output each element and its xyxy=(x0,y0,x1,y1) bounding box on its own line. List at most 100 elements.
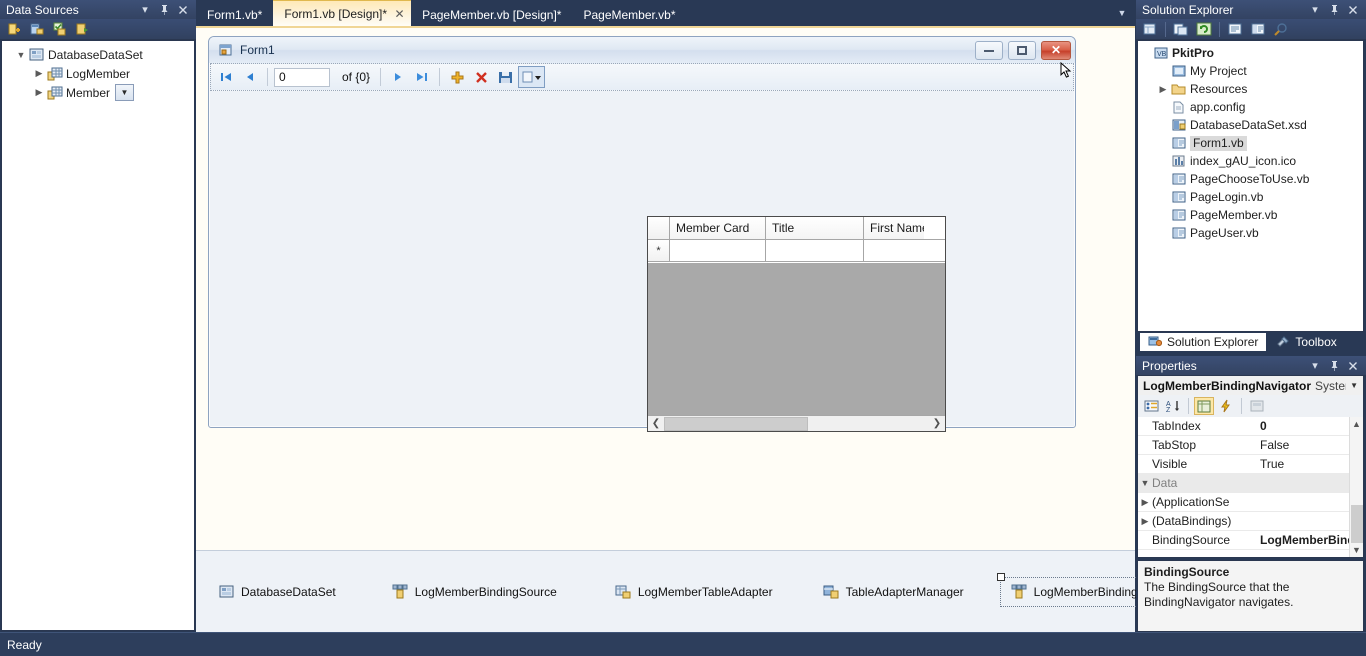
property-category-data[interactable]: ▼ Data xyxy=(1138,474,1363,493)
tray-item-tableadaptermanager[interactable]: TableAdapterManager xyxy=(815,578,972,606)
categorized-icon[interactable] xyxy=(1141,397,1161,415)
tab-pagemember-vb-design[interactable]: PageMember.vb [Design]* xyxy=(411,3,572,26)
properties-object-selector[interactable]: LogMemberBindingNavigator Syster ▼ xyxy=(1137,375,1364,395)
cell-title[interactable] xyxy=(766,240,864,261)
form-designer-surface[interactable]: Form1 ✕ 0 of {0} Member Card Title First… xyxy=(196,26,1201,632)
property-pages-icon[interactable] xyxy=(1247,397,1267,415)
tray-item-logmembertableadapter[interactable]: LogMemberTableAdapter xyxy=(607,578,781,606)
sol-node-app-config[interactable]: app.config xyxy=(1138,98,1363,116)
pin-icon[interactable] xyxy=(1328,4,1340,16)
column-header-first-name[interactable]: First Name xyxy=(864,217,924,239)
datagridview-new-row[interactable]: * xyxy=(648,240,945,262)
move-previous-icon[interactable] xyxy=(239,66,261,88)
chevron-down-icon[interactable]: ▼ xyxy=(1350,381,1361,390)
properties-icon[interactable] xyxy=(1194,397,1214,415)
sol-node-index-gau-icon-ico[interactable]: index_gAU_icon.ico xyxy=(1138,152,1363,170)
minimize-button[interactable] xyxy=(975,40,1003,60)
close-button[interactable]: ✕ xyxy=(1041,40,1071,60)
expander-collapsed-icon[interactable]: ▶ xyxy=(1138,516,1152,527)
add-new-icon[interactable] xyxy=(446,66,468,88)
dropdown-icon[interactable] xyxy=(518,66,546,88)
cell-first-name[interactable] xyxy=(864,240,924,261)
expander-expanded-icon[interactable]: ▼ xyxy=(14,50,28,60)
move-last-icon[interactable] xyxy=(411,66,433,88)
dropdown-icon[interactable]: ▾ xyxy=(139,4,151,16)
events-icon[interactable] xyxy=(1216,397,1236,415)
scroll-right-icon[interactable]: ❯ xyxy=(929,416,945,431)
data-sources-tree[interactable]: ▼ DatabaseDataSet ▶ LogMember ▶ Member ▼ xyxy=(1,40,195,631)
sol-node-pagelogin-vb[interactable]: PageLogin.vb xyxy=(1138,188,1363,206)
scrollbar-thumb[interactable] xyxy=(664,416,808,431)
column-header-title[interactable]: Title xyxy=(766,217,864,239)
property-value[interactable]: 0 xyxy=(1256,419,1363,433)
properties-window-icon[interactable] xyxy=(1140,20,1160,38)
cell-member-card[interactable] xyxy=(670,240,766,261)
solution-explorer-tree[interactable]: VB PkitPro My Project ▶ Resources app.co… xyxy=(1137,40,1364,332)
add-new-data-source-icon[interactable] xyxy=(4,20,24,38)
tab-form1-vb[interactable]: Form1.vb* xyxy=(196,3,273,26)
pin-icon[interactable] xyxy=(1328,360,1340,372)
new-row-marker[interactable]: * xyxy=(648,240,670,261)
pin-icon[interactable] xyxy=(158,4,170,16)
property-row-databindings[interactable]: ▶ (DataBindings) xyxy=(1138,512,1363,531)
sol-node-form1-vb[interactable]: Form1.vb xyxy=(1138,134,1363,152)
property-value[interactable]: False xyxy=(1256,438,1363,452)
configure-dataset-icon[interactable] xyxy=(50,20,70,38)
show-all-files-icon[interactable] xyxy=(1171,20,1191,38)
sol-node-pkitpro[interactable]: VB PkitPro xyxy=(1138,44,1363,62)
form-preview-window[interactable]: Form1 ✕ 0 of {0} Member Card Title First… xyxy=(208,36,1076,432)
dropdown-icon[interactable]: ▾ xyxy=(1309,4,1321,16)
property-row-tabindex[interactable]: TabIndex 0 xyxy=(1138,417,1363,436)
chevron-down-icon[interactable]: ▼ xyxy=(115,84,135,101)
view-designer-icon[interactable] xyxy=(1248,20,1268,38)
sol-node-resources[interactable]: ▶ Resources xyxy=(1138,80,1363,98)
expander-collapsed-icon[interactable]: ▶ xyxy=(32,68,46,79)
tree-node-logmember[interactable]: ▶ LogMember xyxy=(2,64,194,83)
view-code-icon[interactable] xyxy=(1225,20,1245,38)
refresh-icon[interactable] xyxy=(1194,20,1214,38)
property-row-visible[interactable]: Visible True xyxy=(1138,455,1363,474)
scrollbar-thumb[interactable] xyxy=(1350,505,1363,543)
move-first-icon[interactable] xyxy=(215,66,237,88)
expander-expanded-icon[interactable]: ▼ xyxy=(1138,478,1152,488)
row-header-corner[interactable] xyxy=(648,217,670,239)
show-hierarchy-icon[interactable] xyxy=(1271,20,1291,38)
datagridview[interactable]: Member Card Title First Name * ❮ ❯ xyxy=(647,216,946,432)
scroll-down-icon[interactable]: ▼ xyxy=(1350,543,1364,557)
position-input[interactable]: 0 xyxy=(274,67,330,87)
refresh-icon[interactable] xyxy=(73,20,93,38)
chevron-down-icon[interactable]: ▼ xyxy=(1109,0,1135,26)
tree-node-member[interactable]: ▶ Member ▼ xyxy=(2,83,194,102)
show-data-sources-icon[interactable] xyxy=(27,20,47,38)
tab-solution-explorer[interactable]: Solution Explorer xyxy=(1140,333,1267,351)
tray-item-logmemberbindingsource[interactable]: LogMemberBindingSource xyxy=(384,578,565,606)
tray-item-databasedataset[interactable]: DatabaseDataSet xyxy=(210,578,344,606)
form-client-area[interactable]: Member Card Title First Name * ❮ ❯ xyxy=(210,92,1074,432)
sol-node-pagechoosetouse-vb[interactable]: PageChooseToUse.vb xyxy=(1138,170,1363,188)
close-icon[interactable] xyxy=(177,4,189,16)
close-icon[interactable] xyxy=(1347,360,1359,372)
expander-collapsed-icon[interactable]: ▶ xyxy=(1138,497,1152,508)
sol-node-pageuser-vb[interactable]: PageUser.vb xyxy=(1138,224,1363,242)
property-row-tabstop[interactable]: TabStop False xyxy=(1138,436,1363,455)
dropdown-icon[interactable]: ▾ xyxy=(1309,360,1321,372)
alphabetical-icon[interactable]: AZ xyxy=(1163,397,1183,415)
property-row-applicationsettings[interactable]: ▶ (ApplicationSe xyxy=(1138,493,1363,512)
sol-node-my-project[interactable]: My Project xyxy=(1138,62,1363,80)
tab-toolbox[interactable]: Toolbox xyxy=(1268,333,1344,351)
close-icon[interactable]: ✕ xyxy=(393,7,406,21)
properties-grid[interactable]: TabIndex 0 TabStop False Visible True ▼ … xyxy=(1137,417,1364,558)
delete-icon[interactable] xyxy=(470,66,492,88)
binding-navigator-toolstrip[interactable]: 0 of {0} xyxy=(210,63,1074,91)
close-icon[interactable] xyxy=(1347,4,1359,16)
scroll-left-icon[interactable]: ❮ xyxy=(648,416,664,431)
expander-collapsed-icon[interactable]: ▶ xyxy=(32,87,46,98)
sol-node-databasedataset-xsd[interactable]: DatabaseDataSet.xsd xyxy=(1138,116,1363,134)
move-next-icon[interactable] xyxy=(387,66,409,88)
properties-vertical-scrollbar[interactable]: ▲ ▼ xyxy=(1349,417,1363,557)
scroll-up-icon[interactable]: ▲ xyxy=(1350,417,1364,431)
tree-node-databasedataset[interactable]: ▼ DatabaseDataSet xyxy=(2,45,194,64)
property-row-bindingsource[interactable]: BindingSource LogMemberBindi xyxy=(1138,531,1363,550)
save-icon[interactable] xyxy=(494,66,516,88)
tab-form1-vb-design[interactable]: Form1.vb [Design]* ✕ xyxy=(273,0,412,26)
